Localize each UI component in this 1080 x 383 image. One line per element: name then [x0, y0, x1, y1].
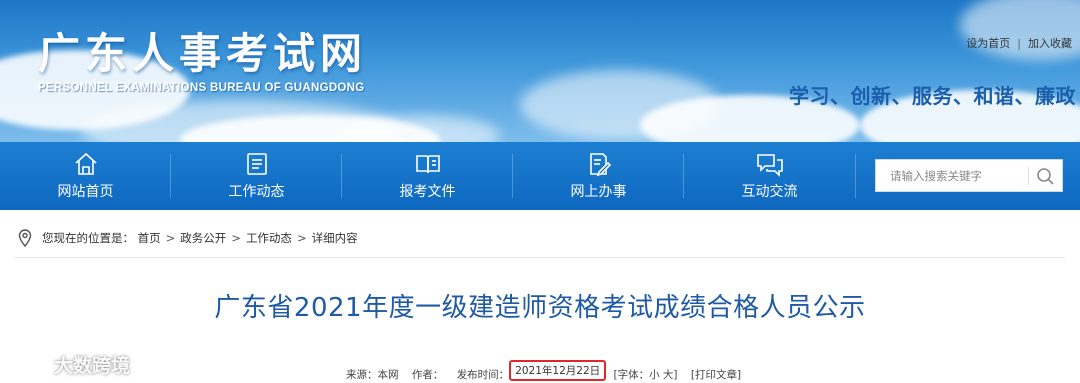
site-logo-subtitle: PERSONNEL EXAMINATIONS BUREAU OF GUANGDO… — [38, 82, 365, 94]
article-source: 来源：本网 — [346, 369, 399, 381]
site-logo-title[interactable]: 广东人事考试网 — [38, 20, 367, 81]
nav-item-exam-files[interactable]: 报考文件 — [342, 142, 513, 210]
breadcrumb-detail: 详细内容 — [311, 231, 358, 245]
nav-divider — [855, 154, 856, 198]
cloud-decoration — [960, 0, 1080, 60]
publish-date: 2021年12月22日 — [509, 360, 607, 381]
breadcrumb-work-news[interactable]: 工作动态 — [246, 231, 292, 245]
watermark: 大数跨境 — [2, 349, 152, 379]
search-button[interactable] — [1032, 164, 1058, 188]
nav-item-label: 网站首页 — [57, 184, 114, 200]
watermark-text: 大数跨境 — [54, 355, 131, 377]
watermark-logo-icon — [6, 354, 43, 375]
breadcrumb-separator: > — [231, 231, 241, 245]
nav-item-label: 报考文件 — [399, 184, 456, 200]
link-separator: | — [1017, 37, 1021, 50]
nav-item-label: 工作动态 — [228, 184, 285, 200]
edit-document-icon — [513, 151, 684, 179]
breadcrumb-home[interactable]: 首页 — [138, 231, 161, 245]
breadcrumb-separator: > — [165, 231, 176, 245]
nav-item-interaction[interactable]: 互动交流 — [684, 142, 855, 210]
print-article-link[interactable]: [打印文章] — [691, 367, 741, 382]
search-icon — [1037, 168, 1054, 185]
article-author: 作者： — [411, 369, 444, 381]
slogan: 学习、创新、服务、和谐、廉政 — [789, 84, 1076, 108]
search-divider — [1028, 167, 1029, 185]
breadcrumb-separator: > — [296, 231, 307, 245]
publish-time-label: 发布时间： — [456, 369, 510, 381]
nav-item-home[interactable]: 网站首页 — [0, 142, 171, 210]
search-input[interactable] — [876, 160, 1028, 191]
breadcrumb-divider — [14, 257, 1065, 258]
search-box — [875, 159, 1063, 192]
nav-item-work-news[interactable]: 工作动态 — [171, 142, 342, 210]
article-meta: 来源：本网 作者： 发布时间： 2021年12月22日 [字体：小 大] [打印文… — [346, 360, 741, 383]
home-icon — [0, 151, 171, 179]
nav-item-label: 互动交流 — [741, 184, 798, 200]
header-banner: 广东人事考试网 PERSONNEL EXAMINATIONS BUREAU OF… — [0, 0, 1080, 142]
set-homepage-link[interactable]: 设为首页 — [966, 37, 1010, 50]
location-pin-icon — [18, 229, 32, 247]
article-title: 广东省2021年度一级建造师资格考试成绩合格人员公示 — [214, 293, 866, 323]
chat-icon — [684, 151, 855, 179]
add-favorite-link[interactable]: 加入收藏 — [1028, 37, 1072, 50]
breadcrumb-prefix: 您现在的位置是： — [42, 231, 134, 245]
news-list-icon — [171, 151, 342, 179]
nav-item-online-service[interactable]: 网上办事 — [513, 142, 684, 210]
font-size-toggle[interactable]: [字体：小 大] — [613, 367, 677, 382]
top-links: 设为首页 | 加入收藏 — [966, 35, 1072, 51]
nav-item-label: 网上办事 — [570, 184, 627, 200]
breadcrumb-government-affairs[interactable]: 政务公开 — [180, 231, 226, 245]
book-icon — [342, 151, 513, 179]
